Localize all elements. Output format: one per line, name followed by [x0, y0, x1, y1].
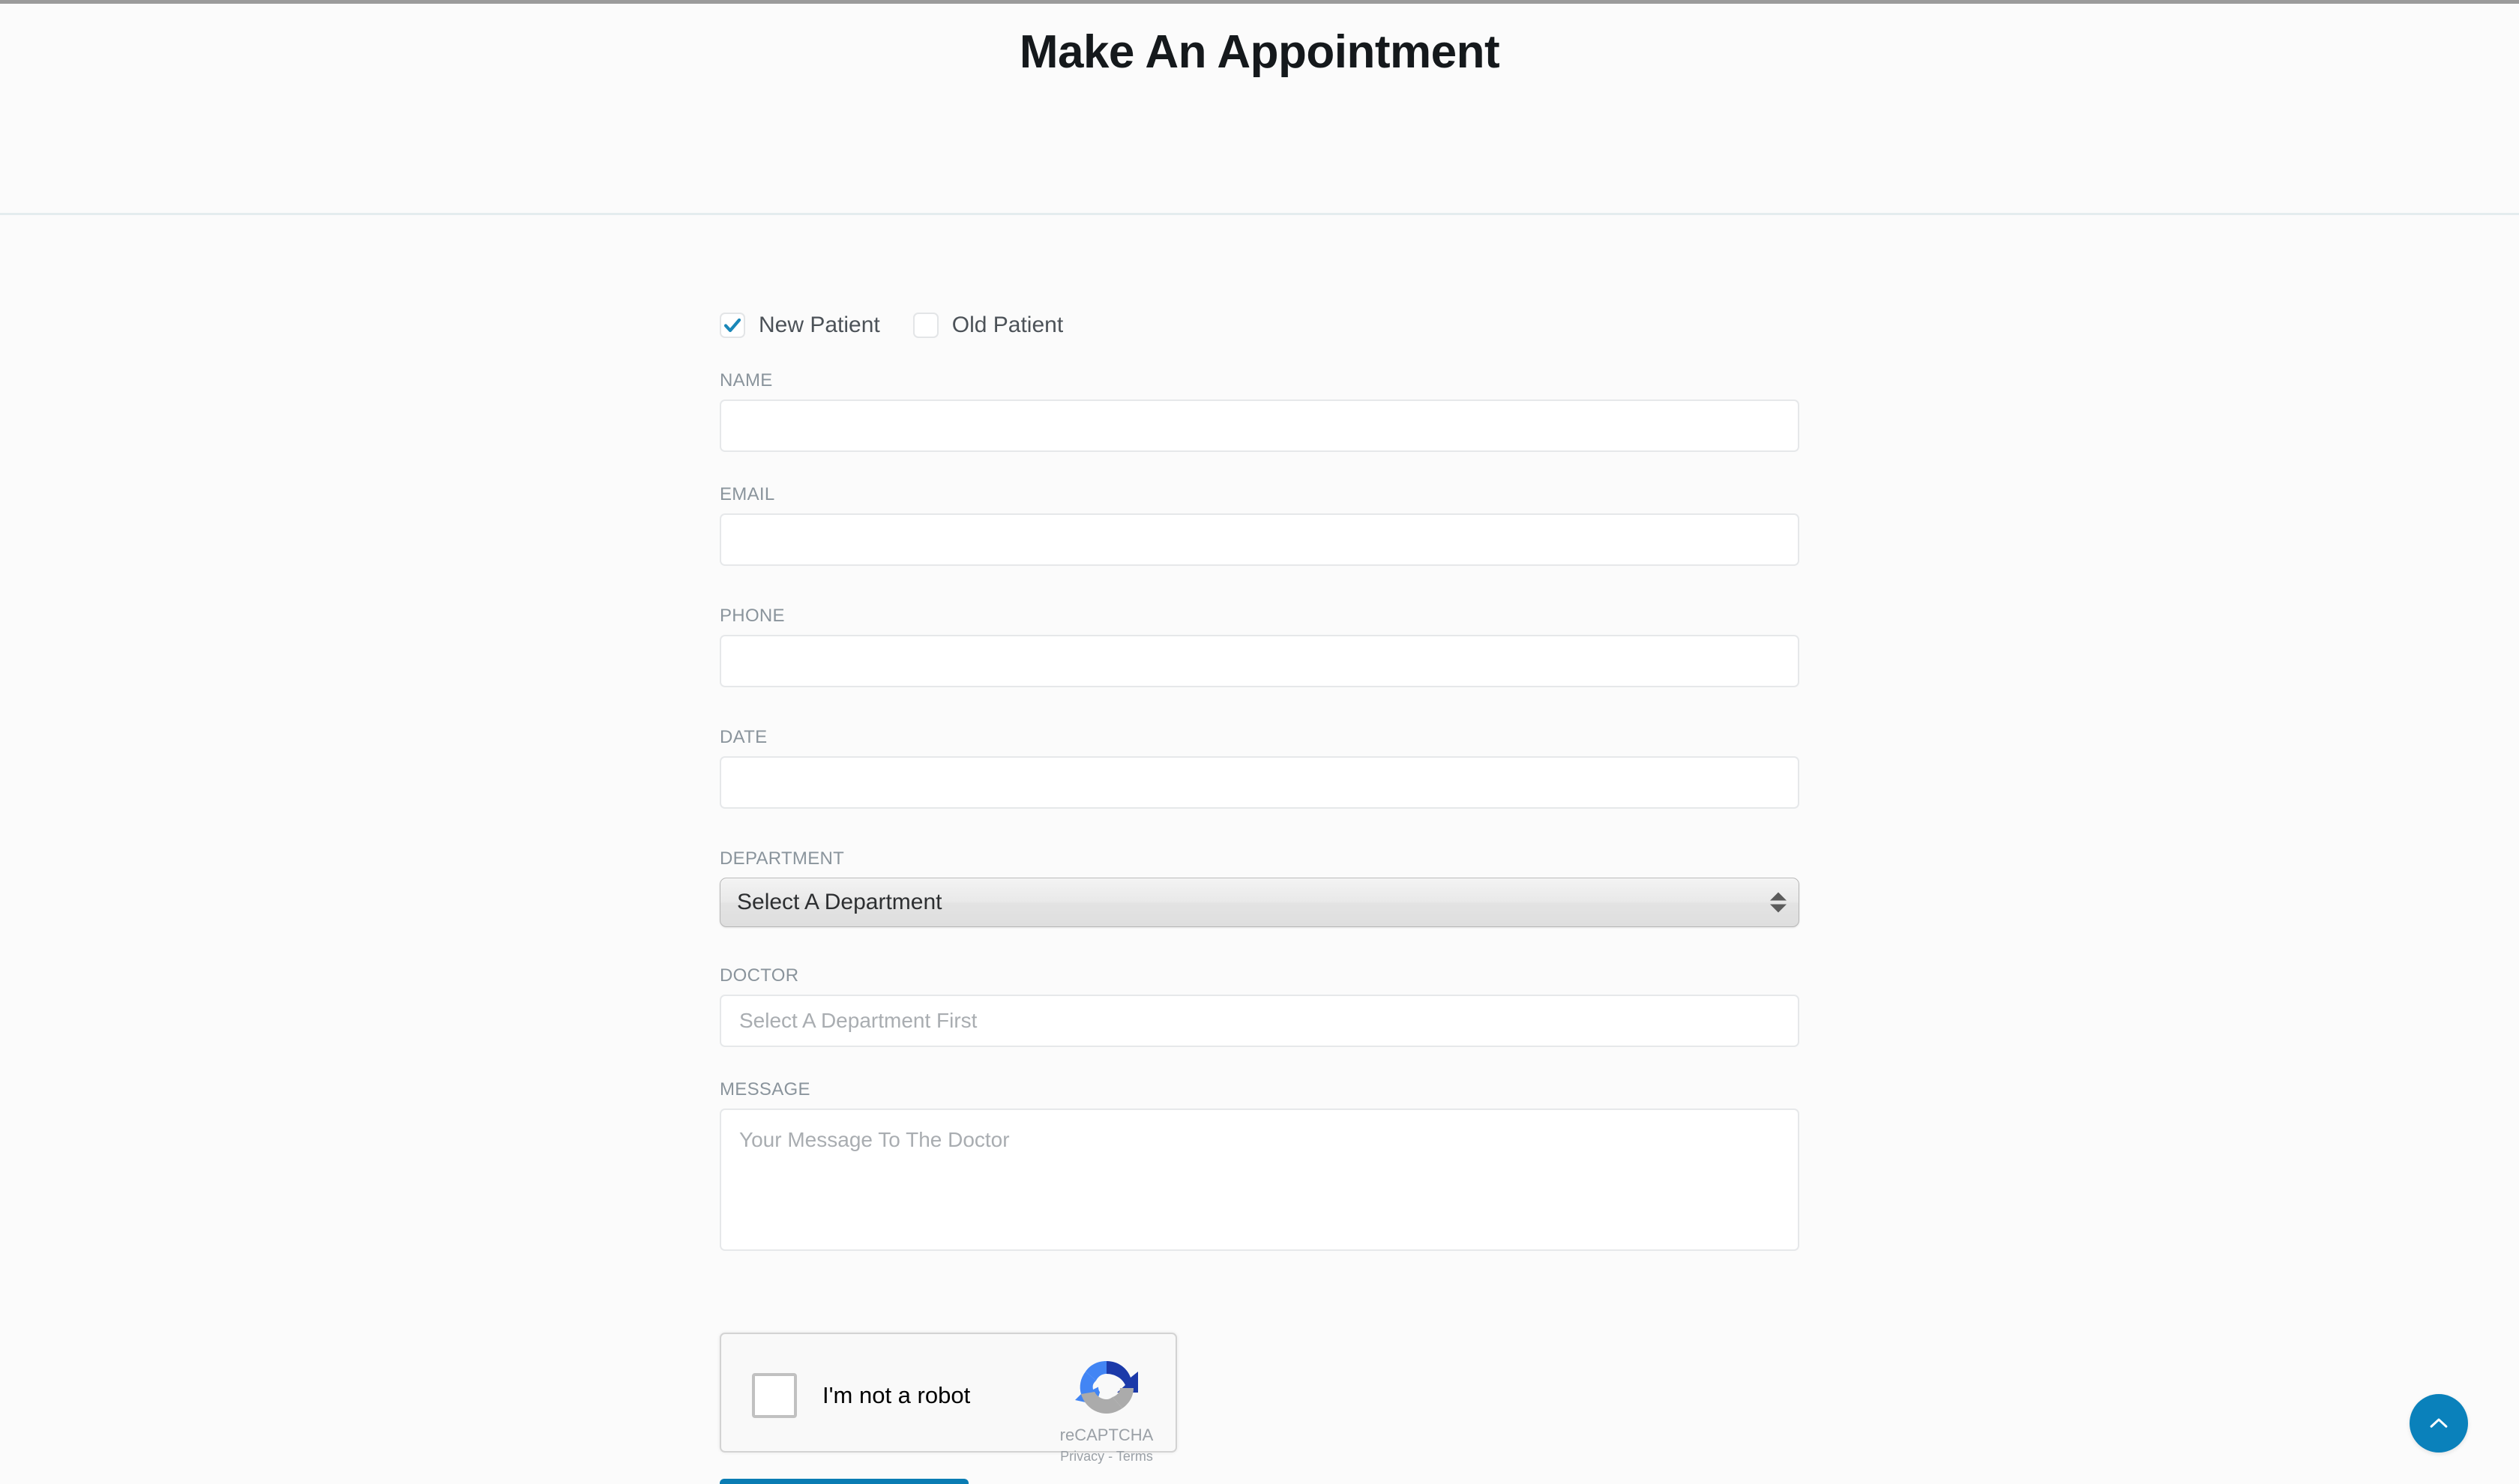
- new-patient-label: New Patient: [759, 313, 880, 337]
- name-label: NAME: [720, 370, 773, 390]
- field-message: MESSAGE: [720, 1081, 1799, 1251]
- date-label: DATE: [720, 727, 768, 747]
- doctor-label: DOCTOR: [720, 965, 799, 986]
- recaptcha-label: I'm not a robot: [822, 1382, 971, 1408]
- recaptcha-checkbox[interactable]: [752, 1373, 797, 1418]
- recaptcha-brand-name: reCAPTCHA: [1059, 1426, 1154, 1444]
- name-input[interactable]: [720, 399, 1799, 452]
- email-label: EMAIL: [720, 484, 775, 504]
- recaptcha-brand: reCAPTCHA Privacy - Terms: [1054, 1351, 1159, 1463]
- field-department: DEPARTMENT Select A Department: [720, 850, 1799, 927]
- field-name: NAME: [720, 372, 1799, 452]
- department-select[interactable]: Select A Department: [720, 878, 1799, 927]
- old-patient-label: Old Patient: [951, 313, 1064, 337]
- page-title: Make An Appointment: [1019, 26, 1500, 78]
- message-label: MESSAGE: [720, 1079, 810, 1100]
- phone-label: PHONE: [720, 606, 785, 626]
- field-email: EMAIL: [720, 486, 1799, 566]
- phone-input[interactable]: [720, 635, 1799, 687]
- message-textarea[interactable]: [720, 1109, 1799, 1251]
- recaptcha-privacy-terms[interactable]: Privacy - Terms: [1054, 1450, 1159, 1463]
- new-patient-checkbox[interactable]: [720, 313, 745, 338]
- recaptcha-logo-icon: [1075, 1361, 1138, 1414]
- date-input[interactable]: [720, 756, 1799, 809]
- doctor-input[interactable]: [720, 995, 1799, 1047]
- submit-button[interactable]: [720, 1479, 969, 1484]
- recaptcha-widget: I'm not a robot reCAPTCHA Privacy - Term…: [720, 1333, 1177, 1463]
- old-patient-checkbox[interactable]: [912, 313, 939, 338]
- field-doctor: DOCTOR: [720, 967, 1799, 1047]
- page-header: Make An Appointment: [0, 4, 2519, 215]
- department-label: DEPARTMENT: [720, 848, 845, 869]
- email-input[interactable]: [720, 513, 1799, 566]
- select-stepper-arrows-icon: [1770, 892, 1787, 913]
- chevron-up-icon: [2430, 1418, 2448, 1428]
- field-date: DATE: [720, 729, 1799, 809]
- appointment-page: Make An Appointment New Patient Old Pati…: [0, 0, 2519, 1484]
- patient-type-row: New Patient Old Patient: [720, 310, 1063, 340]
- scroll-to-top-button[interactable]: [2410, 1394, 2468, 1453]
- department-selected-value: Select A Department: [737, 890, 942, 914]
- check-icon: [723, 318, 741, 333]
- field-phone: PHONE: [720, 607, 1799, 687]
